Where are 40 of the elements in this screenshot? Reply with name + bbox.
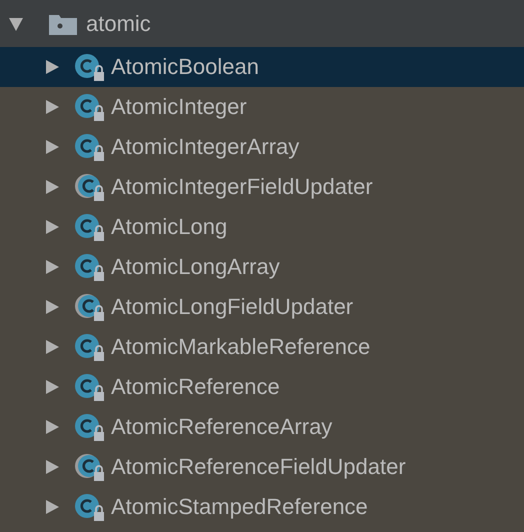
- class-name: AtomicReferenceFieldUpdater: [111, 454, 406, 480]
- collapsed-arrow-icon[interactable]: [44, 459, 60, 475]
- class-icon: [74, 52, 106, 82]
- class-icon: [74, 492, 106, 522]
- collapsed-arrow-icon[interactable]: [44, 299, 60, 315]
- collapsed-arrow-icon[interactable]: [44, 219, 60, 235]
- collapsed-arrow-icon[interactable]: [44, 419, 60, 435]
- expanded-arrow-icon[interactable]: [8, 16, 24, 32]
- class-name: AtomicReferenceArray: [111, 414, 332, 440]
- class-name: AtomicBoolean: [111, 54, 259, 80]
- class-name: AtomicStampedReference: [111, 494, 368, 520]
- class-icon: [74, 332, 106, 362]
- class-name: AtomicReference: [111, 374, 280, 400]
- class-name: AtomicLong: [111, 214, 228, 240]
- class-icon: [74, 412, 106, 442]
- class-icon: [74, 252, 106, 282]
- folder-name: atomic: [86, 10, 151, 36]
- class-icon: [74, 132, 106, 162]
- collapsed-arrow-icon[interactable]: [44, 139, 60, 155]
- abstract-class-icon: [74, 292, 106, 322]
- collapsed-arrow-icon[interactable]: [44, 59, 60, 75]
- class-name: AtomicInteger: [111, 94, 247, 120]
- abstract-class-icon: [74, 172, 106, 202]
- class-name: AtomicLongArray: [111, 254, 280, 280]
- class-name: AtomicIntegerArray: [111, 134, 300, 160]
- abstract-class-icon: [74, 452, 106, 482]
- collapsed-arrow-icon[interactable]: [44, 339, 60, 355]
- collapsed-arrow-icon[interactable]: [44, 99, 60, 115]
- folder-row[interactable]: atomic: [0, 0, 524, 47]
- collapsed-arrow-icon[interactable]: [44, 259, 60, 275]
- collapsed-arrow-icon[interactable]: [44, 179, 60, 195]
- collapsed-arrow-icon[interactable]: [44, 499, 60, 515]
- tree-item[interactable]: AtomicBoolean: [0, 47, 524, 87]
- class-name: AtomicLongFieldUpdater: [111, 294, 354, 320]
- class-name: AtomicMarkableReference: [111, 334, 370, 360]
- class-icon: [74, 92, 106, 122]
- collapsed-arrow-icon[interactable]: [44, 379, 60, 395]
- class-name: AtomicIntegerFieldUpdater: [111, 174, 373, 200]
- class-icon: [74, 212, 106, 242]
- class-icon: [74, 372, 106, 402]
